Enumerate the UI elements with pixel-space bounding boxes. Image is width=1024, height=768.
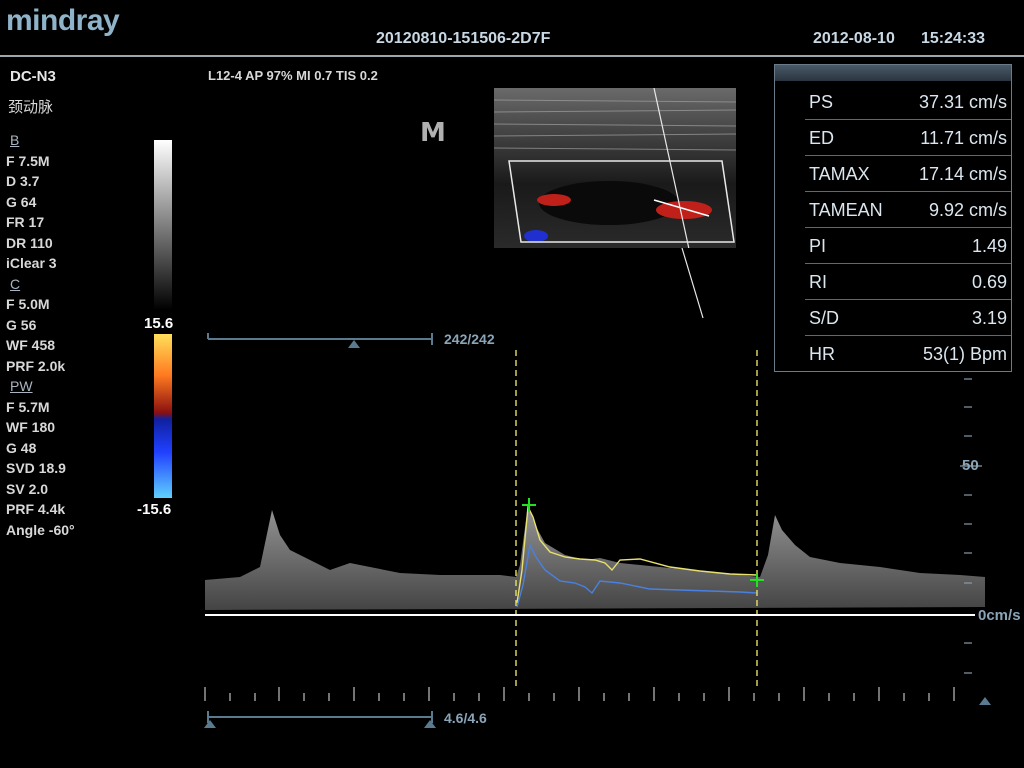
doppler-cursor-ext — [681, 248, 704, 319]
exam-time: 15:24:33 — [921, 30, 986, 47]
probe-name: DC-N3 — [10, 68, 56, 85]
exam-date: 2012-08-10 — [813, 30, 895, 47]
grayscale-bar — [154, 140, 172, 310]
param-line: F 5.7M — [6, 398, 50, 415]
time-scale — [204, 687, 955, 701]
colorbar-top-label: 15.6 — [144, 315, 174, 332]
measurement-label: S/D — [809, 308, 840, 328]
measurement-ri: RI 0.69 — [805, 265, 1011, 300]
param-line: iClear 3 — [6, 255, 57, 271]
param-line: Angle -60° — [6, 521, 75, 538]
doppler-cursor-line[interactable] — [681, 248, 704, 319]
m-marker: M — [420, 118, 446, 148]
measurement-panel: PS 37.31 cm/s ED 11.71 cm/s TAMAX 17.14 … — [774, 64, 1012, 372]
measurement-pi: PI 1.49 — [805, 229, 1011, 264]
measurement-value: 17.14 cm/s — [918, 164, 1007, 184]
param-line: G 56 — [6, 316, 37, 333]
baseline-arrow[interactable] — [979, 697, 991, 705]
param-line: WF 458 — [6, 337, 56, 353]
cine-slider-bottom[interactable] — [204, 708, 440, 730]
param-line: PRF 4.4k — [6, 501, 66, 517]
param-line: F 7.5M — [6, 152, 50, 169]
acquisition-info: L12-4 AP 97% MI 0.7 TIS 0.2 — [208, 68, 378, 83]
measurement-label: PS — [809, 92, 834, 112]
imaging-params: B F 7.5M D 3.7 G 64 FR 17 DR 110 iClear … — [6, 130, 75, 540]
measurement-value: 3.19 — [971, 308, 1007, 328]
param-line: SV 2.0 — [6, 480, 49, 497]
measurement-value: 9.92 cm/s — [928, 200, 1007, 220]
exam-id: 20120810-151506-2D7F — [376, 30, 551, 47]
param-line: DR 110 — [6, 234, 53, 251]
header-divider — [0, 55, 1024, 57]
param-line: D 3.7 — [6, 173, 40, 189]
measurement-ed: ED 11.71 cm/s — [805, 121, 1011, 156]
brand-logo: mindray — [6, 4, 120, 37]
measurement-label: ED — [809, 128, 835, 148]
measurement-label: TAMAX — [809, 164, 870, 184]
measurement-tamax: TAMAX 17.14 cm/s — [805, 157, 1011, 192]
cine-slider-handle[interactable] — [204, 720, 216, 728]
cine-slider-handle[interactable] — [424, 720, 436, 728]
measurement-sd: S/D 3.19 — [805, 301, 1011, 336]
velocity-label-50: 50 — [962, 457, 979, 474]
param-line: FR 17 — [6, 214, 45, 230]
flow-red-left — [537, 194, 571, 206]
param-line: PRF 2.0k — [6, 357, 66, 374]
measurement-label: TAMEAN — [809, 200, 883, 220]
measurement-label: PI — [809, 236, 827, 256]
measurement-tamean: TAMEAN 9.92 cm/s — [805, 193, 1011, 228]
color-velocity-bar — [154, 334, 172, 498]
spectral-waveform — [205, 505, 985, 610]
params-c-label: C — [10, 275, 21, 292]
param-line: G 48 — [6, 439, 37, 456]
velocity-label-0: 0cm/s — [978, 607, 1021, 624]
param-line: SVD 18.9 — [6, 460, 66, 476]
doppler-spectrum — [204, 350, 991, 705]
measurement-label: RI — [809, 272, 827, 292]
flow-blue — [524, 230, 548, 242]
params-b-label: B — [10, 132, 20, 148]
measurement-panel-header — [775, 65, 1011, 81]
measurement-ps: PS 37.31 cm/s — [805, 85, 1011, 120]
param-line: WF 180 — [6, 419, 56, 435]
cine-time-counter: 4.6/4.6 — [444, 710, 487, 726]
bmode-image — [494, 88, 736, 248]
caliper-peak[interactable] — [522, 498, 536, 512]
param-line: G 64 — [6, 193, 37, 210]
colorbar-bottom-label: -15.6 — [137, 501, 172, 518]
measurement-value: 37.31 cm/s — [918, 92, 1007, 112]
measurement-value: 0.69 — [971, 272, 1007, 292]
measurement-value: 1.49 — [971, 236, 1007, 256]
velocity-scale — [960, 378, 982, 674]
measurement-value: 11.71 cm/s — [920, 128, 1007, 148]
param-line: F 5.0M — [6, 296, 50, 312]
exam-organ: 颈动脉 — [8, 99, 54, 116]
params-pw-label: PW — [10, 378, 33, 394]
